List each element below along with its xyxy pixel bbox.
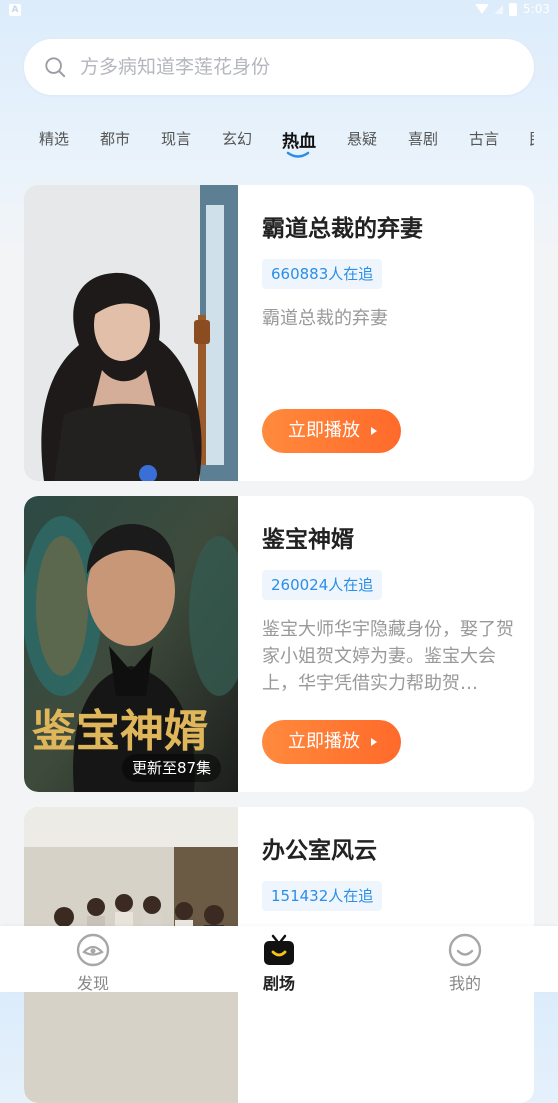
tab-jingxuan[interactable]: 精选 (39, 128, 69, 149)
active-tab-indicator (286, 151, 310, 158)
tab-xianyan[interactable]: 现言 (161, 128, 191, 149)
play-now-label: 立即播放 (288, 731, 360, 752)
card-title: 鉴宝神婿 (262, 527, 354, 553)
nav-theater-label: 剧场 (262, 974, 295, 993)
nav-theater[interactable]: 剧场 (219, 926, 339, 993)
search-bar[interactable] (24, 39, 534, 95)
category-tabs: 精选 都市 现言 玄幻 热血 悬疑 喜剧 古言 民 (0, 118, 534, 164)
notification-icon: A (9, 4, 21, 16)
tab-dushi[interactable]: 都市 (100, 128, 130, 149)
followers-badge: 151432人在追 (262, 881, 383, 911)
search-input[interactable] (80, 39, 510, 95)
play-now-button[interactable]: 立即播放 (262, 720, 401, 764)
poster-image[interactable] (24, 185, 238, 481)
episode-badge: 更新至87集 (122, 754, 222, 782)
followers-badge: 660883人在追 (262, 259, 383, 289)
card-title: 霸道总裁的弃妻 (262, 216, 423, 242)
search-icon[interactable] (44, 56, 66, 78)
bottom-nav: 发现 剧场 我的 (0, 926, 558, 993)
theater-tv-icon (264, 934, 294, 965)
tab-xuanhuan[interactable]: 玄幻 (222, 128, 252, 149)
card-description: 鉴宝大师华宇隐藏身份，娶了贺家小姐贺文婷为妻。鉴宝大会上，华宇凭借实力帮助贺… (262, 619, 514, 694)
tab-rexue[interactable]: 热血 (282, 127, 316, 158)
nav-discover-label: 发现 (76, 974, 109, 993)
discover-icon (76, 933, 110, 967)
followers-badge: 260024人在追 (262, 570, 383, 600)
poster-title-art: 鉴宝神婿 (31, 706, 208, 757)
signal-icon (495, 4, 504, 14)
status-time: 5:03 (523, 2, 550, 16)
play-triangle-icon (371, 427, 377, 435)
status-bar: A 5:03 (0, 0, 558, 22)
wifi-icon (475, 4, 490, 14)
drama-card[interactable]: 霸道总裁的弃妻 660883人在追 霸道总裁的弃妻 立即播放 (24, 185, 534, 481)
tab-xiju[interactable]: 喜剧 (408, 128, 438, 149)
play-now-button[interactable]: 立即播放 (262, 409, 401, 453)
drama-card[interactable]: 鉴宝神婿 更新至87集 鉴宝神婿 260024人在追 鉴宝大师华宇隐藏身份，娶了… (24, 496, 534, 792)
tab-xuanyi[interactable]: 悬疑 (347, 128, 377, 149)
nav-profile-label: 我的 (448, 974, 481, 993)
battery-icon (509, 2, 518, 16)
profile-smile-icon (448, 933, 482, 967)
tab-rexue-label: 热血 (282, 132, 316, 152)
card-description: 霸道总裁的弃妻 (262, 308, 388, 329)
nav-profile[interactable]: 我的 (405, 926, 525, 993)
poster-image[interactable]: 鉴宝神婿 (24, 496, 238, 792)
nav-discover[interactable]: 发现 (33, 926, 153, 993)
card-title: 办公室风云 (262, 838, 377, 864)
tab-min[interactable]: 民 (529, 128, 534, 149)
tab-guyan[interactable]: 古言 (469, 128, 499, 149)
play-now-label: 立即播放 (288, 420, 360, 441)
play-triangle-icon (371, 738, 377, 746)
